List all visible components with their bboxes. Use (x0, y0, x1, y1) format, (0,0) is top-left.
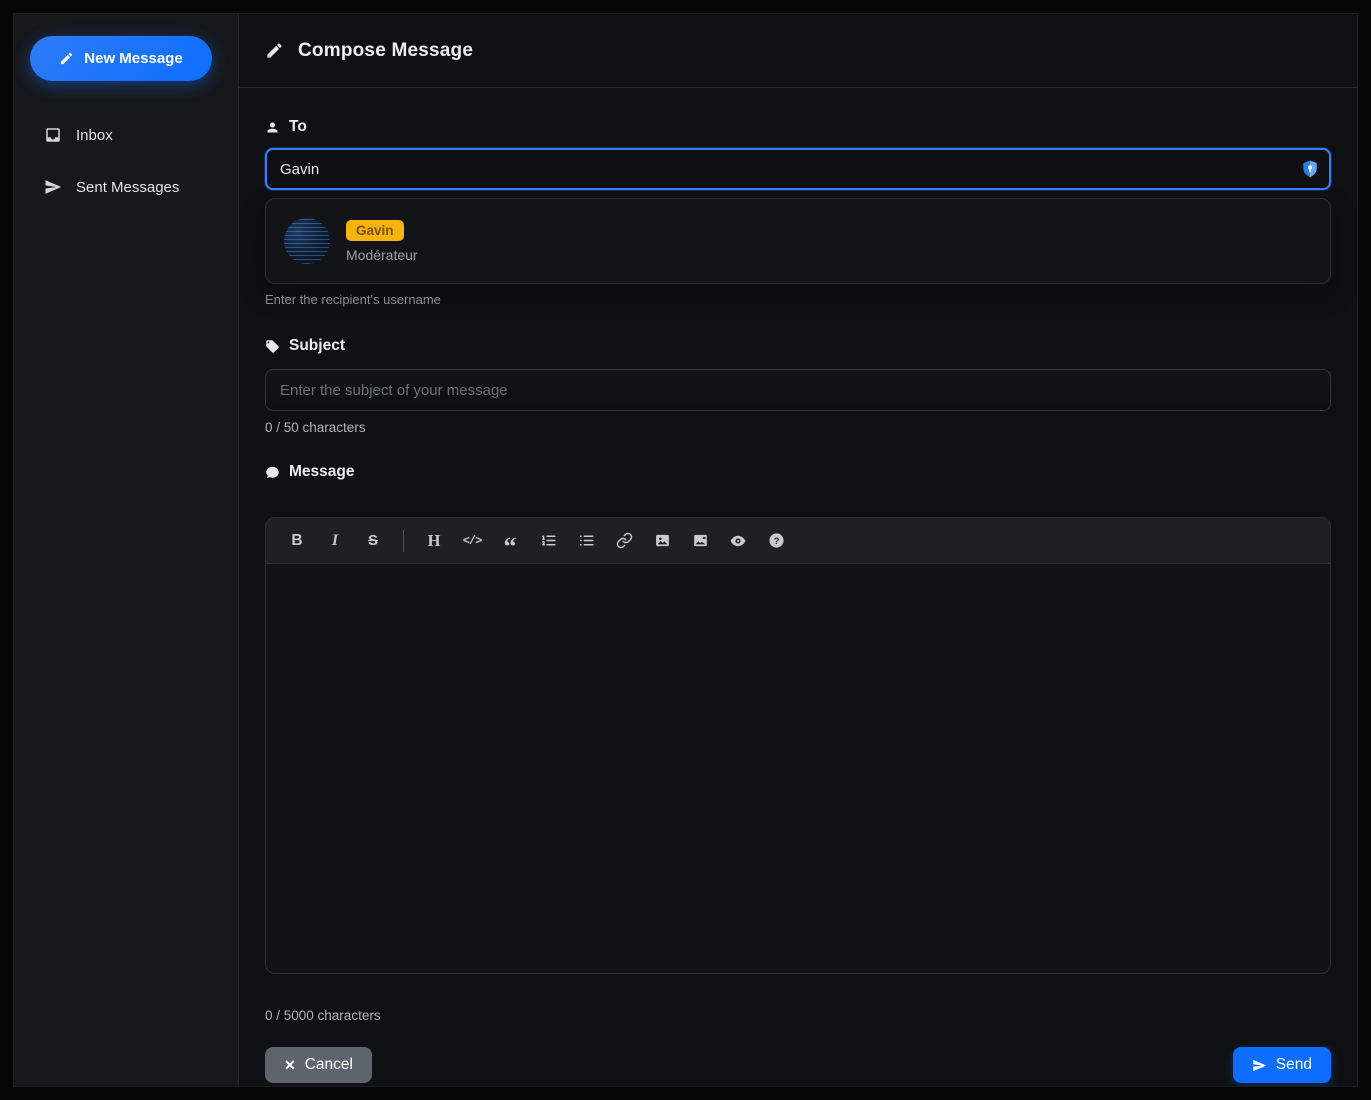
sidebar-item-label: Sent Messages (76, 179, 179, 196)
password-manager-shield-icon[interactable] (1299, 158, 1321, 180)
heading-icon: H (428, 531, 441, 551)
code-icon: </> (463, 534, 482, 548)
pencil-icon (59, 51, 74, 66)
link-icon (616, 532, 633, 549)
help-button[interactable]: ? (759, 525, 793, 557)
upload-image-icon (692, 532, 709, 549)
page-title: Compose Message (298, 40, 473, 62)
image-button[interactable] (645, 525, 679, 557)
italic-icon: I (332, 532, 338, 550)
link-button[interactable] (607, 525, 641, 557)
compose-form: To Gavin Modérateur (239, 88, 1357, 1086)
subject-input[interactable] (265, 369, 1331, 411)
editor-toolbar: B I S H </> “ (266, 518, 1330, 564)
cancel-button[interactable]: ✕ Cancel (265, 1047, 372, 1083)
message-textarea[interactable] (266, 564, 1330, 973)
image-icon (654, 532, 671, 549)
message-counter: 0 / 5000 characters (265, 1008, 1331, 1023)
code-button[interactable]: </> (455, 525, 489, 557)
new-message-label: New Message (84, 50, 182, 67)
send-button[interactable]: Send (1233, 1047, 1331, 1083)
inbox-icon (44, 126, 62, 144)
sidebar-nav: Inbox Sent Messages (30, 115, 222, 207)
paper-plane-icon (44, 178, 62, 196)
bold-button[interactable]: B (280, 525, 314, 557)
toolbar-separator (403, 530, 404, 552)
preview-button[interactable] (721, 525, 755, 557)
to-label: To (265, 118, 1331, 136)
app-window: New Message Inbox Sent Messages Compose … (14, 14, 1357, 1086)
sidebar-item-inbox[interactable]: Inbox (30, 115, 222, 155)
italic-button[interactable]: I (318, 525, 352, 557)
help-icon: ? (768, 532, 785, 549)
heading-button[interactable]: H (417, 525, 451, 557)
sidebar-item-label: Inbox (76, 127, 113, 144)
unordered-list-button[interactable] (569, 525, 603, 557)
quote-button[interactable]: “ (493, 525, 527, 557)
quote-icon: “ (504, 542, 517, 552)
new-message-button[interactable]: New Message (30, 36, 212, 81)
pencil-icon (265, 41, 284, 60)
form-actions: ✕ Cancel Send (265, 1047, 1331, 1083)
chat-bubble-icon (265, 465, 280, 480)
ordered-list-button[interactable] (531, 525, 565, 557)
strikethrough-icon: S (368, 532, 378, 549)
svg-text:?: ? (773, 536, 779, 546)
message-label: Message (265, 463, 1331, 481)
upload-image-button[interactable] (683, 525, 717, 557)
username-badge: Gavin (346, 220, 404, 241)
bold-icon: B (291, 532, 302, 550)
message-editor: B I S H </> “ (265, 517, 1331, 974)
editor-body (266, 564, 1330, 973)
strikethrough-button[interactable]: S (356, 525, 390, 557)
paper-plane-icon (1252, 1058, 1267, 1073)
recipient-suggestion-item[interactable]: Gavin Modérateur (265, 198, 1331, 284)
close-x-icon: ✕ (284, 1057, 296, 1074)
tag-icon (265, 339, 280, 354)
person-icon (265, 120, 280, 135)
sidebar-item-sent-messages[interactable]: Sent Messages (30, 167, 222, 207)
main-panel: Compose Message To (239, 14, 1357, 1086)
message-field-group: Message B I S H </> “ (265, 463, 1331, 1023)
ordered-list-icon (540, 532, 557, 549)
subject-label: Subject (265, 337, 1331, 355)
sidebar: New Message Inbox Sent Messages (14, 14, 239, 1086)
subject-field-group: Subject 0 / 50 characters (265, 337, 1331, 435)
to-input[interactable] (265, 148, 1331, 190)
page-header: Compose Message (239, 14, 1357, 88)
unordered-list-icon (578, 532, 595, 549)
subject-counter: 0 / 50 characters (265, 420, 1331, 435)
user-role: Modérateur (346, 247, 418, 263)
to-helper-text: Enter the recipient's username (265, 292, 1331, 307)
to-input-wrapper (265, 148, 1331, 190)
avatar (284, 218, 330, 264)
preview-eye-icon (729, 532, 747, 550)
